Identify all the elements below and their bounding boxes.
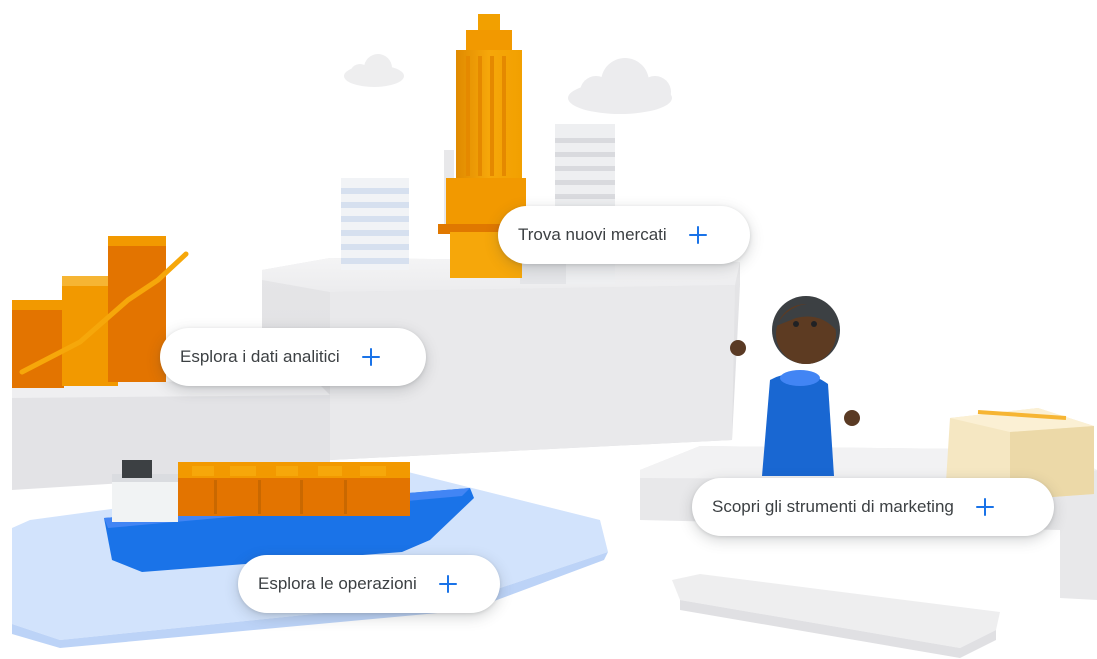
- cloud-left: [344, 54, 404, 87]
- plus-icon: [975, 498, 994, 516]
- bottom-tile: [672, 574, 1000, 658]
- hotspot-label: Esplora le operazioni: [258, 574, 417, 593]
- hotspot-esplora-operazioni[interactable]: Esplora le operazioni: [238, 555, 500, 613]
- hotspot-label: Trova nuovi mercati: [518, 225, 667, 244]
- plus-icon: [688, 226, 707, 244]
- hotspot-label: Esplora i dati analitici: [180, 347, 340, 366]
- hotspot-label: Scopri gli strumenti di marketing: [712, 497, 954, 516]
- illustration-scene: [12, 14, 1097, 658]
- bar-chart-model: [12, 236, 189, 388]
- plus-icon: [361, 348, 380, 366]
- plus-icon: [438, 575, 457, 593]
- building-left: [341, 178, 409, 270]
- hotspot-trova-nuovi-mercati[interactable]: Trova nuovi mercati: [498, 206, 750, 264]
- hotspot-scopri-strumenti-marketing[interactable]: Scopri gli strumenti di marketing: [692, 478, 1054, 536]
- cloud-right: [568, 58, 672, 114]
- hotspot-esplora-dati-analitici[interactable]: Esplora i dati analitici: [160, 328, 426, 386]
